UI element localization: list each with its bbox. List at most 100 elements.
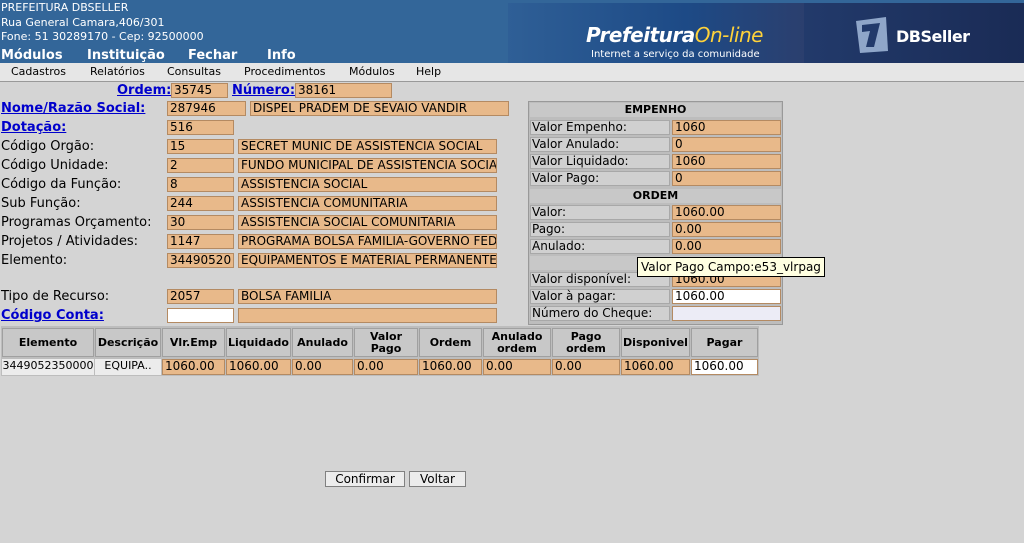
projetos-code-field[interactable]: 1147	[167, 234, 234, 249]
col-anulado: Anulado	[292, 328, 353, 357]
top-menu-instituicao[interactable]: Instituição	[87, 48, 165, 63]
dotacao-field[interactable]: 516	[167, 120, 234, 135]
funcao-code-field[interactable]: 8	[167, 177, 234, 192]
subfuncao-code-field[interactable]: 244	[167, 196, 234, 211]
col-anulado-ordem: Anulado ordem	[483, 328, 551, 357]
valor-pago-field[interactable]: 0	[672, 171, 781, 186]
col-ordem: Ordem	[419, 328, 482, 357]
menu-relatorios[interactable]: Relatórios	[90, 65, 145, 78]
col-vlr-emp: Vlr.Emp	[162, 328, 225, 357]
unidade-label: Código Unidade:	[1, 158, 109, 173]
org-address: Rua General Camara,406/301	[1, 16, 165, 29]
elemento-code-field[interactable]: 34490520	[167, 253, 234, 268]
projetos-label: Projetos / Atividades:	[1, 234, 139, 249]
conta-code-input[interactable]	[167, 308, 234, 323]
app-header: PREFEITURA DBSELLER Rua General Camara,4…	[0, 0, 1024, 63]
empenho-ordem-panel: EMPENHO Valor Empenho: 1060 Valor Anulad…	[528, 101, 783, 325]
pago-field[interactable]: 0.00	[672, 222, 781, 237]
dotacao-link[interactable]: Dotação:	[1, 120, 66, 135]
anulado-field[interactable]: 0.00	[672, 239, 781, 254]
nome-razao-social-link[interactable]: Nome/Razão Social:	[1, 101, 145, 116]
cell-vlr-emp[interactable]: 1060.00	[162, 359, 225, 375]
confirmar-button[interactable]: Confirmar	[325, 471, 405, 487]
valor-anulado-label: Valor Anulado:	[530, 137, 670, 152]
menu-help[interactable]: Help	[416, 65, 441, 78]
cell-pagar-input[interactable]: 1060.00	[691, 359, 758, 375]
conta-value-field[interactable]	[238, 308, 497, 323]
col-elemento: Elemento	[2, 328, 94, 357]
col-pagar: Pagar	[691, 328, 758, 357]
nome-value-field[interactable]: DISPEL PRADEM DE SEVAIO VANDIR	[250, 101, 509, 116]
funcao-label: Código da Função:	[1, 177, 122, 192]
dbseller-brand: DBSeller	[896, 27, 970, 46]
menu-modulos[interactable]: Módulos	[349, 65, 395, 78]
top-menu-info[interactable]: Info	[267, 48, 296, 63]
menu-consultas[interactable]: Consultas	[167, 65, 221, 78]
subfuncao-label: Sub Função:	[1, 196, 81, 211]
orgao-label: Código Orgão:	[1, 139, 95, 154]
cell-ordem[interactable]: 1060.00	[419, 359, 482, 375]
dbseller-logo-icon	[856, 17, 888, 53]
elemento-value-field[interactable]: EQUIPAMENTOS E MATERIAL PERMANENTE	[238, 253, 497, 268]
pago-label: Pago:	[530, 222, 670, 237]
cell-disponivel[interactable]: 1060.00	[621, 359, 690, 375]
numero-field[interactable]: 38161	[295, 83, 392, 98]
top-menu-fechar[interactable]: Fechar	[188, 48, 237, 63]
menu-cadastros[interactable]: Cadastros	[11, 65, 66, 78]
valor-pago-label: Valor Pago:	[530, 171, 670, 186]
programas-label: Programas Orçamento:	[1, 215, 152, 230]
unidade-value-field[interactable]: FUNDO MUNICIPAL DE ASSISTENCIA SOCIAL	[238, 158, 497, 173]
tipo-recurso-label: Tipo de Recurso:	[1, 289, 110, 304]
codigo-conta-link[interactable]: Código Conta:	[1, 308, 104, 323]
ordem-link[interactable]: Ordem:	[117, 83, 171, 98]
top-menu-modulos[interactable]: Módulos	[1, 48, 63, 63]
cell-descricao: EQUIPA..	[95, 359, 161, 375]
valor-empenho-label: Valor Empenho:	[530, 120, 670, 135]
projetos-value-field[interactable]: PROGRAMA BOLSA FAMILIA-GOVERNO FEDE	[238, 234, 497, 249]
funcao-value-field[interactable]: ASSISTÊNCIA SOCIAL	[238, 177, 497, 192]
numero-cheque-label: Número do Cheque:	[530, 306, 670, 321]
org-phone: Fone: 51 30289170 - Cep: 92500000	[1, 30, 204, 43]
banner-tagline: Internet a serviço da comunidade	[591, 49, 760, 60]
valor-anulado-field[interactable]: 0	[672, 137, 781, 152]
cell-pago-ordem[interactable]: 0.00	[552, 359, 620, 375]
recurso-code-field[interactable]: 2057	[167, 289, 234, 304]
ordem-field[interactable]: 35745	[171, 83, 228, 98]
unidade-code-field[interactable]: 2	[167, 158, 234, 173]
valor-field[interactable]: 1060.00	[672, 205, 781, 220]
valor-liquidado-field[interactable]: 1060	[672, 154, 781, 169]
field-tooltip: Valor Pago Campo:e53_vlrpag	[637, 257, 825, 277]
col-descricao: Descrição	[95, 328, 161, 357]
menubar: Cadastros Relatórios Consultas Procedime…	[0, 63, 1024, 82]
orgao-value-field[interactable]: SECRET MUNIC DE ASSISTÊNCIA SOCIAL	[238, 139, 497, 154]
cell-liquidado[interactable]: 1060.00	[226, 359, 291, 375]
nome-code-field[interactable]: 287946	[167, 101, 246, 116]
banner-title: PrefeituraOn-line	[586, 23, 763, 47]
valor-liquidado-label: Valor Liquidado:	[530, 154, 670, 169]
empenho-section-title: EMPENHO	[530, 103, 781, 117]
voltar-button[interactable]: Voltar	[409, 471, 466, 487]
cell-anulado-ordem[interactable]: 0.00	[483, 359, 551, 375]
dbseller-logo: DBSeller	[804, 3, 1024, 63]
orgao-code-field[interactable]: 15	[167, 139, 234, 154]
col-liquidado: Liquidado	[226, 328, 291, 357]
org-name: PREFEITURA DBSELLER	[1, 1, 129, 14]
programas-value-field[interactable]: ASSISTENCIA SOCIAL COMUNITARIA	[238, 215, 497, 230]
numero-cheque-input[interactable]	[672, 306, 781, 321]
ordem-section-title: ORDEM	[530, 189, 781, 203]
subfuncao-value-field[interactable]: ASSISTÊNCIA COMUNITÁRIA	[238, 196, 497, 211]
prefeitura-online-banner: PrefeituraOn-line Internet a serviço da …	[508, 3, 804, 63]
cell-anulado[interactable]: 0.00	[292, 359, 353, 375]
valor-empenho-field[interactable]: 1060	[672, 120, 781, 135]
elemento-label: Elemento:	[1, 253, 68, 268]
cell-valor-pago[interactable]: 0.00	[354, 359, 418, 375]
valor-a-pagar-input[interactable]: 1060.00	[672, 289, 781, 304]
recurso-value-field[interactable]: BOLSA FAMÍLIA	[238, 289, 497, 304]
numero-link[interactable]: Número:	[232, 83, 295, 98]
elementos-table: Elemento Descrição Vlr.Emp Liquidado Anu…	[1, 326, 759, 376]
valor-label: Valor:	[530, 205, 670, 220]
programas-code-field[interactable]: 30	[167, 215, 234, 230]
menu-procedimentos[interactable]: Procedimentos	[244, 65, 326, 78]
col-pago-ordem: Pago ordem	[552, 328, 620, 357]
col-valor-pago: Valor Pago	[354, 328, 418, 357]
